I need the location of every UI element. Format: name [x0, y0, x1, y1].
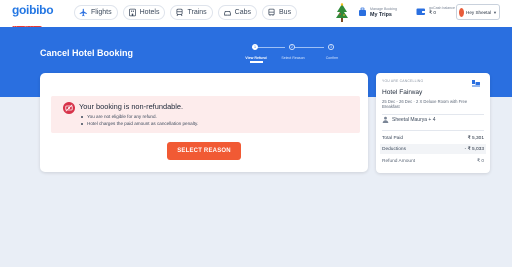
cab-icon	[223, 11, 231, 16]
alert-title: Your booking is non-refundable.	[79, 102, 184, 111]
nav-flights[interactable]: Flights	[74, 5, 118, 20]
cancellation-stepper: 1 2 3 View Refund Select Reason Confirm	[245, 44, 354, 64]
deductions-value: - ₹ 5,033	[464, 146, 484, 152]
gocash-amount: ₹ 0	[429, 11, 437, 16]
deductions-label: Deductions	[382, 146, 406, 152]
logo-text: goibibo	[12, 3, 54, 17]
active-step-indicator	[250, 61, 263, 63]
user-menu[interactable]: Hey Sheetal ▼	[456, 4, 500, 20]
chevron-down-icon: ▼	[493, 9, 497, 15]
refund-amount-value: ₹ 0	[476, 158, 484, 164]
my-trips-label: My Trips	[370, 12, 392, 18]
top-header: goibibo Merry Christmas Flights Hotels T…	[0, 0, 512, 31]
flight-icon	[79, 8, 87, 17]
hotel-name: Hotel Fairway	[382, 89, 423, 96]
refund-card: Your booking is non-refundable. You are …	[40, 73, 368, 172]
bus-icon	[268, 8, 275, 16]
avatar	[459, 7, 464, 17]
deductions-row: Deductions - ₹ 5,033	[380, 144, 486, 154]
my-trips[interactable]: Manage Booking My Trips	[358, 6, 397, 18]
divider	[382, 114, 484, 115]
user-icon	[382, 116, 389, 123]
summary-caption: YOU ARE CANCELLING	[382, 79, 424, 83]
step-connector	[291, 47, 324, 48]
user-greeting: Hey Sheetal	[466, 9, 492, 15]
step-1-dot: 1	[252, 44, 258, 50]
no-refund-icon	[63, 102, 75, 114]
suitcase-icon	[359, 7, 366, 16]
guest-names: Sheetal Maurya + 4	[392, 116, 436, 123]
nav-bus-label: Bus	[279, 9, 292, 16]
total-paid-value: ₹ 5,301	[467, 135, 484, 141]
nav-trains-label: Trains	[187, 9, 207, 16]
step-1-label: View Refund	[245, 56, 267, 60]
goibibo-logo[interactable]: goibibo Merry Christmas	[12, 3, 54, 31]
alert-points: You are not eligible for any refund. Hot…	[81, 114, 198, 127]
step-3-dot: 3	[328, 44, 334, 50]
refund-amount-label: Refund Amount	[382, 158, 416, 164]
page-title: Cancel Hotel Booking	[40, 48, 134, 58]
hotel-bed-icon	[472, 80, 480, 87]
nav-bus[interactable]: Bus	[262, 5, 298, 20]
hotel-icon	[128, 8, 136, 17]
nav-trains[interactable]: Trains	[170, 5, 213, 20]
main-nav: Flights Hotels Trains Cabs Bus	[74, 5, 298, 20]
guest-info: Sheetal Maurya + 4	[382, 116, 436, 123]
wallet-icon	[416, 8, 425, 15]
total-paid-label: Total Paid	[382, 135, 404, 141]
step-2-dot: 2	[289, 44, 295, 50]
nav-cabs[interactable]: Cabs	[217, 5, 258, 20]
christmas-tree-icon	[336, 3, 348, 22]
train-icon	[176, 8, 183, 17]
step-3-label: Confirm	[325, 56, 339, 60]
nav-hotels-label: Hotels	[139, 9, 160, 16]
booking-summary-card: YOU ARE CANCELLING Hotel Fairway 25 Dec …	[376, 73, 490, 173]
refund-amount-row: Refund Amount ₹ 0	[382, 156, 484, 166]
nav-flights-label: Flights	[91, 9, 112, 16]
non-refundable-alert: Your booking is non-refundable. You are …	[51, 96, 360, 133]
step-2-label: Select Reason	[281, 56, 305, 60]
booking-details: 25 Dec - 26 Dec · 2 X Deluxe Room with F…	[382, 99, 468, 109]
select-reason-button[interactable]: SELECT REASON	[167, 142, 241, 160]
total-paid-row: Total Paid ₹ 5,301	[382, 133, 484, 143]
alert-point: Hotel charges the paid amount as cancell…	[81, 121, 198, 128]
nav-cabs-label: Cabs	[234, 9, 252, 16]
divider	[382, 130, 484, 131]
nav-hotels[interactable]: Hotels	[122, 5, 166, 20]
gocash-wallet[interactable]: goCash balance ₹ 0	[416, 6, 455, 16]
